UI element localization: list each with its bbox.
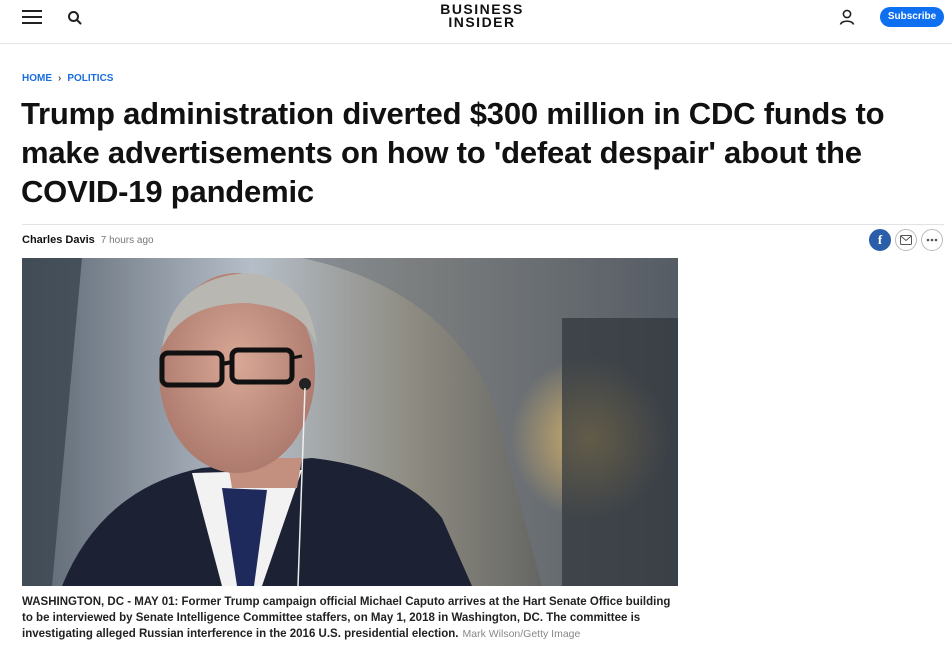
user-account-icon[interactable]: [838, 8, 856, 26]
author-link[interactable]: Charles Davis: [22, 234, 95, 246]
site-header: BUSINESS INSIDER Subscribe: [0, 0, 952, 44]
facebook-icon[interactable]: f: [869, 229, 891, 251]
facebook-glyph: f: [877, 232, 883, 247]
image-credit: Mark Wilson/Getty Image: [462, 628, 581, 640]
breadcrumb: HOME › POLITICS: [22, 73, 113, 84]
chevron-right-icon: ›: [58, 73, 62, 84]
byline: Charles Davis 7 hours ago: [22, 234, 154, 246]
logo-line-2: INSIDER: [448, 14, 516, 30]
breadcrumb-politics-link[interactable]: POLITICS: [67, 73, 113, 84]
more-icon[interactable]: [921, 229, 943, 251]
search-icon[interactable]: [66, 9, 84, 27]
publish-timestamp: 7 hours ago: [100, 235, 154, 246]
menu-icon[interactable]: [22, 10, 42, 26]
email-icon[interactable]: [895, 229, 917, 251]
breadcrumb-home-link[interactable]: HOME: [22, 73, 52, 84]
article-hero-image: [22, 258, 678, 586]
site-logo[interactable]: BUSINESS INSIDER: [420, 2, 544, 30]
title-divider: [22, 224, 944, 225]
subscribe-button[interactable]: Subscribe: [880, 7, 944, 27]
article-title: Trump administration diverted $300 milli…: [21, 96, 885, 209]
share-bar: f: [869, 229, 943, 251]
image-caption: WASHINGTON, DC - MAY 01: Former Trump ca…: [22, 594, 684, 642]
